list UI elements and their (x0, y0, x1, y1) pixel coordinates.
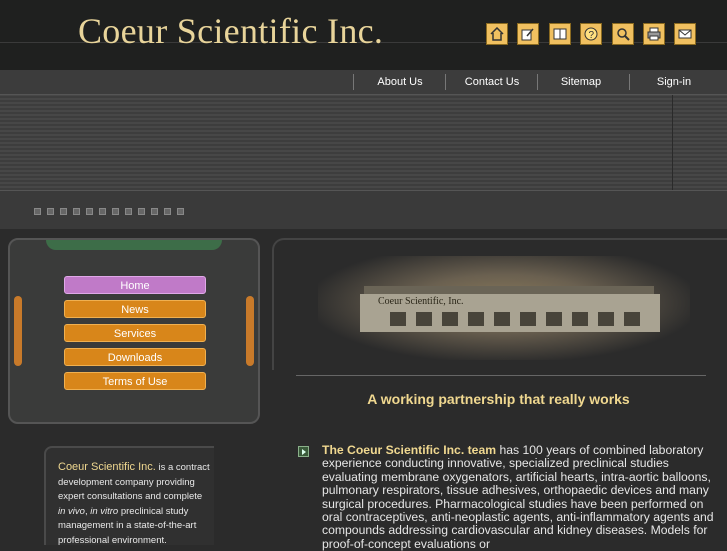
building-window (624, 312, 640, 326)
building-window (520, 312, 536, 326)
nav-separator (537, 74, 538, 90)
strip-dot (34, 208, 41, 215)
side-menu-panel: Home News Services Downloads Terms of Us… (8, 238, 260, 424)
menu-home[interactable]: Home (64, 276, 206, 294)
nav-about-us[interactable]: About Us (355, 70, 445, 94)
building-window (468, 312, 484, 326)
menu-downloads[interactable]: Downloads (64, 348, 206, 366)
bullet-arrow-icon (298, 446, 309, 457)
building-window (494, 312, 510, 326)
building-window (572, 312, 588, 326)
menu-news[interactable]: News (64, 300, 206, 318)
menu-terms-of-use[interactable]: Terms of Use (64, 372, 206, 390)
edit-icon[interactable] (517, 23, 539, 45)
svg-text:?: ? (589, 30, 595, 41)
panel-glow (46, 240, 222, 250)
top-nav: About Us Contact Us Sitemap Sign-in (0, 70, 727, 95)
header: Coeur Scientific Inc. ? (0, 0, 727, 70)
intro-company: Coeur Scientific Inc. (58, 461, 156, 473)
search-icon[interactable] (612, 23, 634, 45)
strip-dot (125, 208, 132, 215)
intro-in-vitro: in vitro (90, 505, 119, 517)
panel-right-bar (246, 296, 254, 366)
building-window (416, 312, 432, 326)
site-logo[interactable]: Coeur Scientific Inc. (78, 10, 383, 52)
strip-dot (60, 208, 67, 215)
content-divider (296, 375, 706, 376)
band-edge (672, 95, 673, 190)
nav-separator (353, 74, 354, 90)
decorative-strip (0, 190, 727, 229)
intro-in-vivo: in vivo (58, 505, 85, 517)
strip-dot (86, 208, 93, 215)
body-text: has 100 years of combined laboratory exp… (322, 443, 714, 551)
home-icon[interactable] (486, 23, 508, 45)
panel-left-bar (14, 296, 22, 366)
nav-contact-us[interactable]: Contact Us (447, 70, 537, 94)
page-headline: A working partnership that really works (367, 391, 630, 407)
building-sign: Coeur Scientific, Inc. (378, 296, 464, 307)
nav-separator (445, 74, 446, 90)
building-window (546, 312, 562, 326)
strip-dot (151, 208, 158, 215)
nav-sitemap[interactable]: Sitemap (539, 70, 623, 94)
strip-dot (112, 208, 119, 215)
help-icon[interactable]: ? (580, 23, 602, 45)
book-icon[interactable] (549, 23, 571, 45)
mail-icon[interactable] (674, 23, 696, 45)
building-window (442, 312, 458, 326)
strip-dot (47, 208, 54, 215)
strip-dot (138, 208, 145, 215)
building-window (390, 312, 406, 326)
strip-dot (73, 208, 80, 215)
nav-sign-in[interactable]: Sign-in (631, 70, 717, 94)
decorative-band (0, 95, 727, 190)
strip-dot (164, 208, 171, 215)
body-paragraph: The Coeur Scientific Inc. team has 100 y… (322, 443, 717, 551)
building-roof (364, 286, 654, 294)
intro-box: Coeur Scientific Inc. is a contract deve… (44, 446, 214, 546)
strip-dot (99, 208, 106, 215)
strip-dot (177, 208, 184, 215)
building-window (598, 312, 614, 326)
print-icon[interactable] (643, 23, 665, 45)
menu-services[interactable]: Services (64, 324, 206, 342)
nav-separator (629, 74, 630, 90)
building-facade: Coeur Scientific, Inc. (360, 294, 660, 332)
team-highlight: The Coeur Scientific Inc. team (322, 443, 497, 457)
